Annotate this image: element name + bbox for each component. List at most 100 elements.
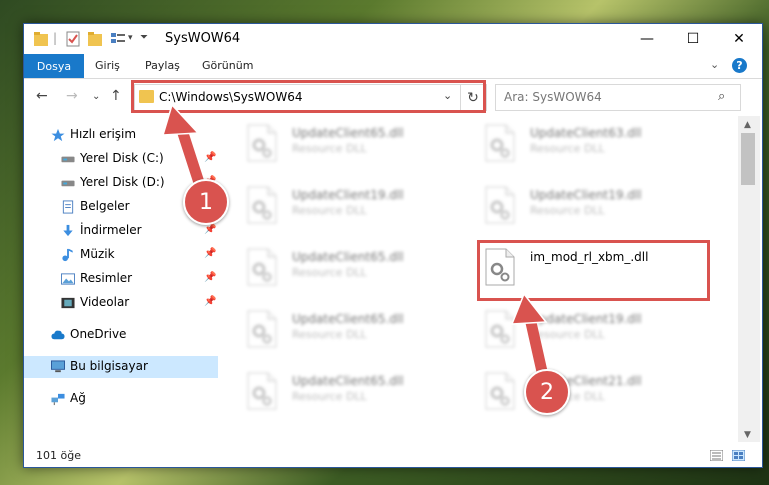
- search-box[interactable]: Ara: SysWOW64 ⌕: [495, 84, 741, 111]
- tab-file[interactable]: Dosya: [24, 54, 84, 78]
- up-button[interactable]: ↑: [110, 88, 122, 104]
- pin-icon[interactable]: 📌: [204, 224, 216, 235]
- file-item[interactable]: UpdateClient63.dll Resource DLL: [485, 120, 715, 164]
- dll-file-icon: [247, 186, 277, 224]
- new-folder-icon[interactable]: [88, 31, 102, 47]
- file-item[interactable]: UpdateClient65.dll Resource DLL: [247, 244, 477, 288]
- help-icon[interactable]: ?: [732, 58, 747, 73]
- pin-icon[interactable]: 📌: [204, 152, 216, 163]
- callout-badge-1: 1: [183, 179, 229, 225]
- ribbon-expand-icon[interactable]: ⌄: [710, 58, 719, 71]
- sidebar-item-resimler[interactable]: Resimler 📌: [24, 268, 218, 290]
- download-icon: [63, 224, 73, 237]
- file-highlight: [477, 240, 710, 301]
- computer-icon: [51, 360, 65, 373]
- file-type: Resource DLL: [530, 142, 605, 155]
- scroll-thumb[interactable]: [741, 133, 755, 185]
- properties-icon[interactable]: [66, 31, 80, 47]
- file-name: UpdateClient19.dll: [530, 188, 642, 202]
- close-button[interactable]: ✕: [716, 24, 762, 54]
- picture-icon: [61, 273, 75, 285]
- file-type: Resource DLL: [292, 328, 367, 341]
- status-bar: 101 öğe: [24, 445, 762, 467]
- tab-home[interactable]: Giriş: [95, 59, 120, 72]
- scroll-down-icon[interactable]: ▼: [744, 430, 751, 440]
- search-input[interactable]: Ara: SysWOW64: [504, 90, 602, 104]
- minimize-button[interactable]: —: [624, 24, 670, 54]
- sidebar-item-yerel-disk-c-[interactable]: Yerel Disk (C:) 📌: [24, 148, 218, 170]
- callout-badge-2: 2: [524, 369, 570, 415]
- folder-icon[interactable]: [34, 31, 48, 47]
- sidebar-item-ağ[interactable]: Ağ: [24, 388, 218, 410]
- search-icon[interactable]: ⌕: [718, 89, 725, 104]
- star-icon: [51, 128, 65, 142]
- file-type: Resource DLL: [292, 266, 367, 279]
- dll-file-icon: [485, 186, 515, 224]
- details-view-icon[interactable]: [710, 450, 723, 461]
- sidebar-item-label: Yerel Disk (C:): [80, 151, 164, 165]
- drive-icon: [61, 180, 75, 187]
- cloud-icon: [51, 330, 65, 340]
- file-item[interactable]: UpdateClient65.dll Resource DLL: [247, 368, 477, 412]
- document-icon: [62, 200, 74, 214]
- pin-icon[interactable]: 📌: [204, 296, 216, 307]
- separator: |: [53, 31, 58, 45]
- scroll-up-icon[interactable]: ▲: [744, 120, 751, 130]
- music-icon: [62, 248, 73, 262]
- sidebar-item-label: Resimler: [80, 271, 133, 285]
- file-name: UpdateClient63.dll: [530, 126, 642, 140]
- file-type: Resource DLL: [530, 328, 605, 341]
- drive-icon: [61, 156, 75, 163]
- sidebar-item-label: OneDrive: [70, 327, 127, 341]
- sidebar-item-label: Videolar: [80, 295, 130, 309]
- file-name: UpdateClient65.dll: [292, 250, 404, 264]
- sidebar-item-müzik[interactable]: Müzik 📌: [24, 244, 218, 266]
- vertical-scrollbar[interactable]: ▲ ▼: [738, 116, 760, 442]
- file-type: Resource DLL: [292, 142, 367, 155]
- recent-locations-button[interactable]: ⌄: [92, 91, 100, 102]
- maximize-button[interactable]: ☐: [670, 24, 716, 54]
- sidebar-item-onedrive[interactable]: OneDrive: [24, 324, 218, 346]
- dll-file-icon: [247, 124, 277, 162]
- window-title: SysWOW64: [165, 31, 241, 46]
- file-item[interactable]: UpdateClient65.dll Resource DLL: [247, 120, 477, 164]
- item-count: 101 öğe: [36, 449, 81, 462]
- file-name: UpdateClient19.dll: [292, 188, 404, 202]
- sidebar-item-label: Müzik: [80, 247, 115, 261]
- file-name: UpdateClient19.dll: [530, 312, 642, 326]
- dll-file-icon: [247, 248, 277, 286]
- large-icons-view-icon[interactable]: [732, 450, 745, 461]
- sidebar-item-label: Hızlı erişim: [70, 127, 137, 141]
- dll-file-icon: [247, 372, 277, 410]
- file-item[interactable]: UpdateClient19.dll Resource DLL: [485, 306, 715, 350]
- file-item[interactable]: UpdateClient21.dllResource DLL: [485, 368, 715, 412]
- navigation-pane: Hızlı erişim Yerel Disk (C:) 📌 Yerel Disk (…: [24, 116, 218, 446]
- dll-file-icon: [485, 372, 515, 410]
- file-item[interactable]: UpdateClient19.dll Resource DLL: [485, 182, 715, 226]
- sidebar-item-i-ndirmeler[interactable]: İndirmeler 📌: [24, 220, 218, 242]
- tab-view[interactable]: Görünüm: [202, 59, 253, 72]
- back-button[interactable]: ←: [36, 88, 48, 104]
- network-icon: [51, 393, 65, 406]
- sidebar-item-videolar[interactable]: Videolar 📌: [24, 292, 218, 314]
- file-name: UpdateClient65.dll: [292, 374, 404, 388]
- sidebar-item-label: Belgeler: [80, 199, 130, 213]
- video-icon: [61, 297, 75, 309]
- customize-toolbar-icon[interactable]: ⏷: [140, 32, 148, 48]
- sidebar-item-bu-bilgisayar[interactable]: Bu bilgisayar: [24, 356, 218, 378]
- title-bar: | ▾ ⏷ SysWOW64 — ☐ ✕: [24, 24, 762, 54]
- pin-icon[interactable]: 📌: [204, 272, 216, 283]
- file-name: UpdateClient65.dll: [292, 126, 404, 140]
- sidebar-item-hızlı-erişim[interactable]: Hızlı erişim: [24, 124, 218, 146]
- pin-icon[interactable]: 📌: [204, 248, 216, 259]
- file-item[interactable]: UpdateClient19.dll Resource DLL: [247, 182, 477, 226]
- tab-share[interactable]: Paylaş: [145, 59, 180, 72]
- file-type: Resource DLL: [530, 204, 605, 217]
- file-item[interactable]: UpdateClient65.dll Resource DLL: [247, 306, 477, 350]
- forward-button[interactable]: →: [66, 88, 78, 104]
- ribbon: Dosya Giriş Paylaş Görünüm ⌄ ?: [24, 54, 762, 79]
- sidebar-item-label: Bu bilgisayar: [70, 359, 148, 373]
- view-options-icon[interactable]: [110, 31, 126, 47]
- file-name: UpdateClient65.dll: [292, 312, 404, 326]
- view-chevron-icon[interactable]: ▾: [128, 33, 133, 49]
